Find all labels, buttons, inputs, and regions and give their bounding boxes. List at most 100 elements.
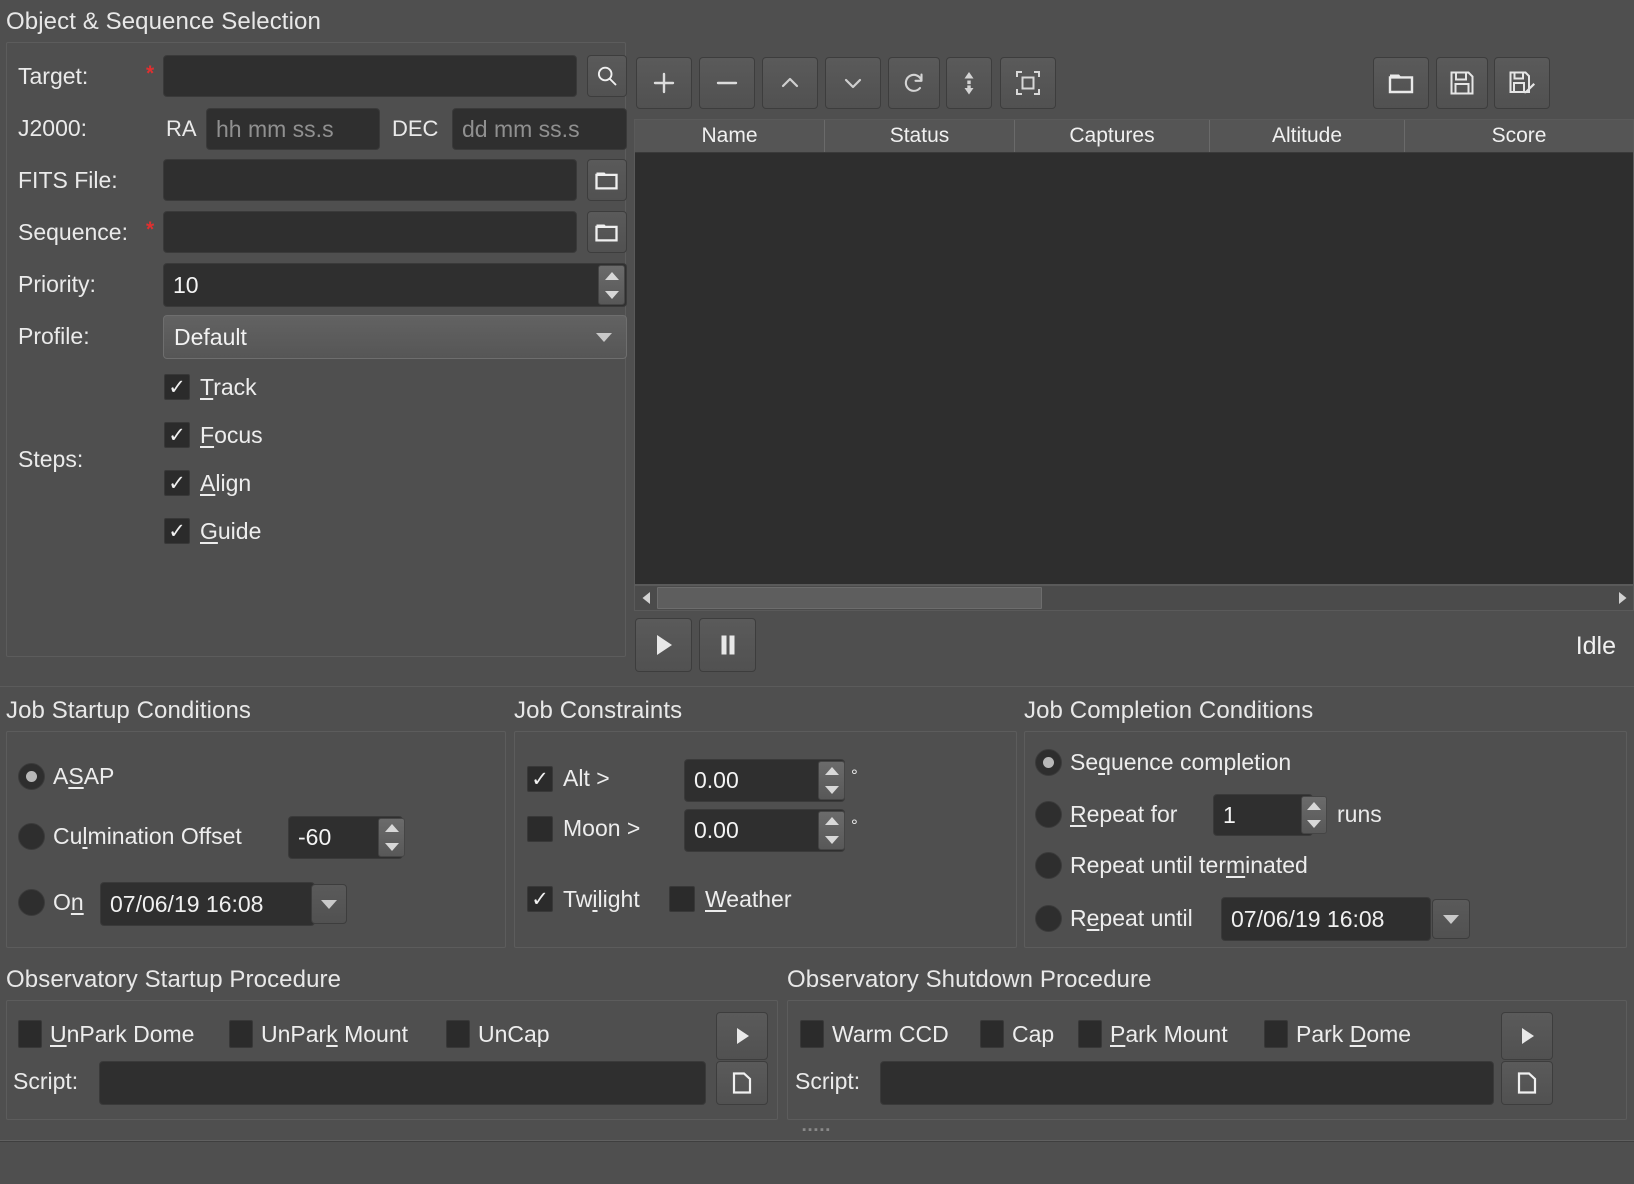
scrollbar-track[interactable] (657, 586, 1611, 610)
stepper-up-icon[interactable] (824, 817, 839, 826)
completion-repeat-until-dropdown-button[interactable] (1432, 899, 1470, 939)
add-job-button[interactable] (636, 57, 692, 109)
stepper-down-icon[interactable] (384, 842, 399, 851)
constraint-alt-label[interactable]: Alt > (563, 765, 610, 792)
unpark-dome-checkbox[interactable] (18, 1020, 42, 1048)
completion-repeat-count-input[interactable]: 1 (1213, 794, 1313, 836)
shutdown-script-input[interactable] (880, 1061, 1494, 1105)
fits-file-browse-button[interactable] (587, 159, 627, 201)
startup-culmination-radio[interactable] (18, 823, 45, 850)
column-header-score[interactable]: Score (1405, 120, 1633, 152)
stepper-down-icon[interactable] (1307, 820, 1321, 828)
column-header-altitude[interactable]: Altitude (1210, 120, 1405, 152)
run-startup-procedure-button[interactable] (716, 1012, 768, 1060)
completion-repeat-count-stepper[interactable] (1301, 796, 1327, 834)
unpark-mount-checkbox[interactable] (229, 1020, 253, 1048)
job-table[interactable]: Name Status Captures Altitude Score (634, 119, 1634, 585)
pause-scheduler-button[interactable] (699, 618, 756, 672)
constraint-moon-stepper[interactable] (818, 811, 845, 850)
startup-asap-label[interactable]: ASAP (53, 763, 114, 790)
startup-on-label[interactable]: On (53, 889, 84, 916)
cap-label[interactable]: Cap (1012, 1021, 1054, 1048)
completion-repeat-terminated-label[interactable]: Repeat until terminated (1070, 852, 1308, 879)
completion-repeat-until-label[interactable]: Repeat until (1070, 905, 1193, 932)
uncap-label[interactable]: UnCap (478, 1021, 550, 1048)
completion-repeat-terminated-radio[interactable] (1035, 852, 1062, 879)
start-scheduler-button[interactable] (635, 618, 692, 672)
constraint-alt-checkbox[interactable]: ✓ (527, 766, 553, 792)
sequence-browse-button[interactable] (587, 211, 627, 253)
job-table-body[interactable] (635, 153, 1633, 584)
warm-ccd-checkbox[interactable] (800, 1020, 824, 1048)
park-mount-checkbox[interactable] (1078, 1020, 1102, 1048)
save-schedule-button[interactable] (1436, 57, 1488, 109)
unpark-mount-label[interactable]: UnPark Mount (261, 1021, 408, 1048)
sort-jobs-button[interactable] (946, 57, 992, 109)
culmination-offset-stepper[interactable] (378, 818, 405, 857)
browse-shutdown-script-button[interactable] (1501, 1061, 1553, 1105)
save-schedule-as-button[interactable] (1494, 57, 1550, 109)
warm-ccd-label[interactable]: Warm CCD (832, 1021, 949, 1048)
stepper-down-icon[interactable] (824, 785, 839, 794)
stepper-up-icon[interactable] (384, 824, 399, 833)
constraint-weather-checkbox[interactable] (669, 886, 695, 912)
completion-repeat-for-radio[interactable] (1035, 801, 1062, 828)
job-table-hscrollbar[interactable] (634, 585, 1634, 611)
park-dome-checkbox[interactable] (1264, 1020, 1288, 1048)
startup-culmination-label[interactable]: Culmination Offset (53, 823, 242, 850)
priority-input[interactable]: 10 (163, 263, 627, 307)
fits-file-input[interactable] (163, 159, 577, 201)
startup-asap-radio[interactable] (18, 763, 45, 790)
park-mount-label[interactable]: Park Mount (1110, 1021, 1228, 1048)
stepper-down-icon[interactable] (604, 290, 619, 299)
run-shutdown-procedure-button[interactable] (1501, 1012, 1553, 1060)
stepper-down-icon[interactable] (824, 835, 839, 844)
column-header-status[interactable]: Status (825, 120, 1015, 152)
dec-input[interactable]: dd mm ss.s (452, 108, 627, 150)
move-job-down-button[interactable] (825, 57, 881, 109)
step-align-checkbox[interactable]: ✓ (164, 470, 190, 496)
remove-job-button[interactable] (699, 57, 755, 109)
completion-repeat-until-datetime-input[interactable]: 07/06/19 16:08 (1221, 897, 1431, 941)
unpark-dome-label[interactable]: UnPark Dome (50, 1021, 194, 1048)
completion-sequence-radio[interactable] (1035, 749, 1062, 776)
step-focus-label[interactable]: Focus (200, 422, 263, 449)
stepper-up-icon[interactable] (1307, 802, 1321, 810)
constraint-twilight-label[interactable]: Twilight (563, 886, 640, 913)
splitter-grip[interactable]: ▪▪▪▪▪ (802, 1124, 832, 1136)
startup-on-radio[interactable] (18, 889, 45, 916)
constraint-moon-checkbox[interactable] (527, 816, 553, 842)
constraint-weather-label[interactable]: Weather (705, 886, 792, 913)
step-track-label[interactable]: Track (200, 374, 257, 401)
constraint-alt-stepper[interactable] (818, 761, 845, 800)
step-focus-checkbox[interactable]: ✓ (164, 422, 190, 448)
startup-on-datetime-dropdown-button[interactable] (311, 884, 347, 924)
priority-stepper[interactable] (598, 265, 625, 305)
step-guide-checkbox[interactable]: ✓ (164, 518, 190, 544)
scroll-left-button[interactable] (635, 586, 657, 610)
browse-startup-script-button[interactable] (716, 1061, 768, 1105)
sequence-input[interactable] (163, 211, 577, 253)
startup-script-input[interactable] (99, 1061, 706, 1105)
step-align-label[interactable]: Align (200, 470, 251, 497)
reset-job-button[interactable] (888, 57, 940, 109)
profile-select[interactable]: Default (163, 315, 627, 359)
stepper-up-icon[interactable] (824, 767, 839, 776)
park-dome-label[interactable]: Park Dome (1296, 1021, 1411, 1048)
evaluate-jobs-button[interactable] (1000, 57, 1056, 109)
completion-sequence-label[interactable]: Sequence completion (1070, 749, 1291, 776)
cap-checkbox[interactable] (980, 1020, 1004, 1048)
column-header-captures[interactable]: Captures (1015, 120, 1210, 152)
target-input[interactable] (163, 55, 577, 97)
scrollbar-thumb[interactable] (657, 587, 1042, 609)
completion-repeat-for-label[interactable]: Repeat for (1070, 801, 1177, 828)
ra-input[interactable]: hh mm ss.s (206, 108, 380, 150)
completion-repeat-until-radio[interactable] (1035, 905, 1062, 932)
step-track-checkbox[interactable]: ✓ (164, 374, 190, 400)
column-header-name[interactable]: Name (635, 120, 825, 152)
startup-on-datetime-input[interactable]: 07/06/19 16:08 (100, 882, 315, 926)
open-schedule-button[interactable] (1373, 57, 1429, 109)
constraint-twilight-checkbox[interactable]: ✓ (527, 886, 553, 912)
constraint-moon-label[interactable]: Moon > (563, 815, 640, 842)
stepper-up-icon[interactable] (604, 271, 619, 280)
